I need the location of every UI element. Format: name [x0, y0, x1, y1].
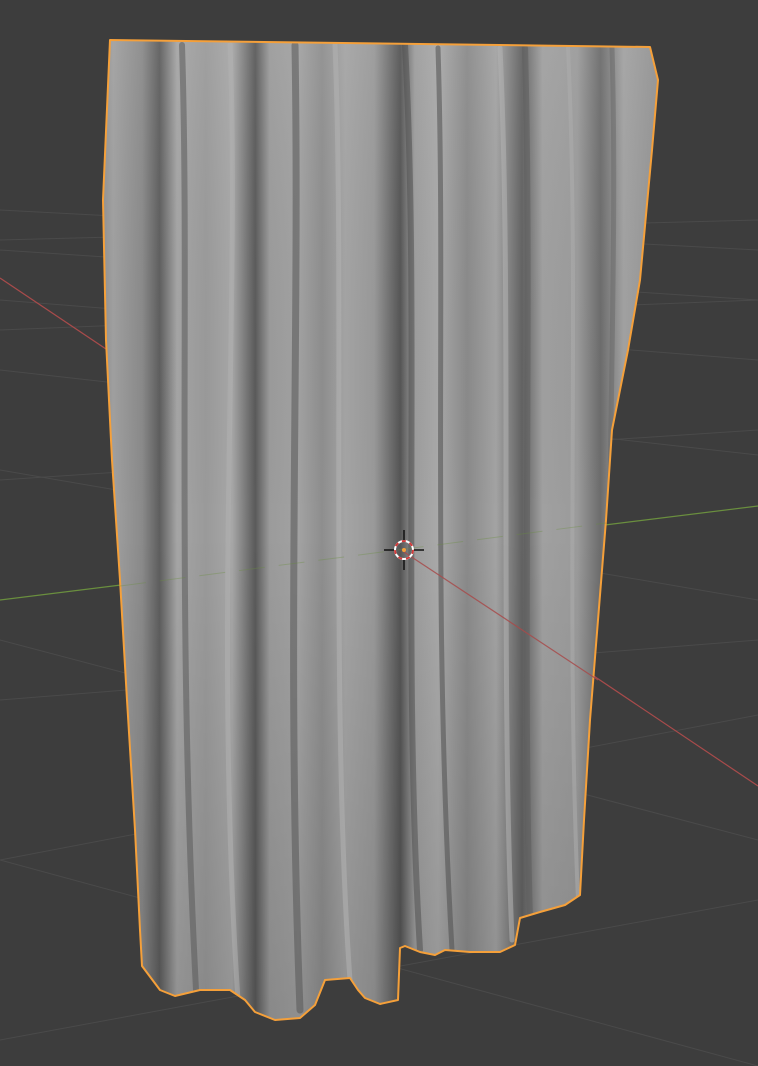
curtain-fold-line [522, 45, 533, 923]
viewport-scene [0, 30, 758, 1066]
curtain-mesh[interactable] [90, 30, 670, 1030]
3d-viewport[interactable] [0, 0, 758, 1066]
